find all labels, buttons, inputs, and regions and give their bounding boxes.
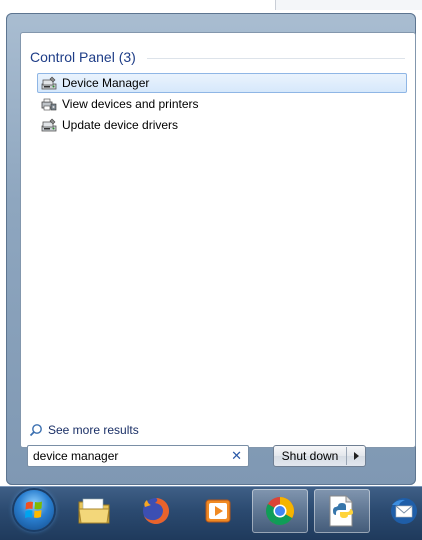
search-results-pane: Control Panel (3) Device Manager View de…	[20, 32, 416, 448]
chrome-icon[interactable]	[252, 489, 308, 533]
background-window: 10	[0, 0, 422, 14]
see-more-results-link[interactable]: See more results	[29, 423, 139, 437]
see-more-label: See more results	[48, 423, 139, 437]
devices-printers-icon	[41, 96, 57, 112]
shutdown-button[interactable]: Shut down	[274, 447, 347, 465]
taskbar	[0, 486, 422, 540]
shutdown-options-arrow-icon[interactable]	[347, 451, 365, 461]
thunderbird-icon[interactable]	[376, 489, 422, 533]
start-menu: Control Panel (3) Device Manager View de…	[6, 13, 416, 485]
background-strip: 10	[276, 0, 422, 10]
file-explorer-icon[interactable]	[66, 489, 122, 533]
result-device-manager[interactable]: Device Manager	[37, 73, 407, 93]
group-header-divider	[147, 58, 405, 59]
magnifier-icon	[29, 423, 43, 437]
clear-search-icon[interactable]: ✕	[231, 449, 242, 463]
windows-logo-icon	[25, 501, 42, 518]
result-label: View devices and printers	[62, 97, 199, 111]
shutdown-button-group: Shut down	[273, 445, 366, 467]
start-orb[interactable]	[14, 490, 54, 530]
search-input[interactable]	[33, 449, 218, 463]
search-field[interactable]: ✕	[27, 445, 249, 467]
python-file-icon[interactable]	[314, 489, 370, 533]
result-label: Update device drivers	[62, 118, 179, 132]
firefox-icon[interactable]	[128, 489, 184, 533]
device-manager-icon	[41, 75, 57, 91]
result-view-devices-printers[interactable]: View devices and printers	[37, 94, 407, 114]
media-player-icon[interactable]	[190, 489, 246, 533]
control-panel-group-header[interactable]: Control Panel (3)	[30, 49, 136, 65]
device-drivers-icon	[41, 117, 57, 133]
result-label: Device Manager	[62, 76, 150, 90]
result-update-device-drivers[interactable]: Update device drivers	[37, 115, 407, 135]
